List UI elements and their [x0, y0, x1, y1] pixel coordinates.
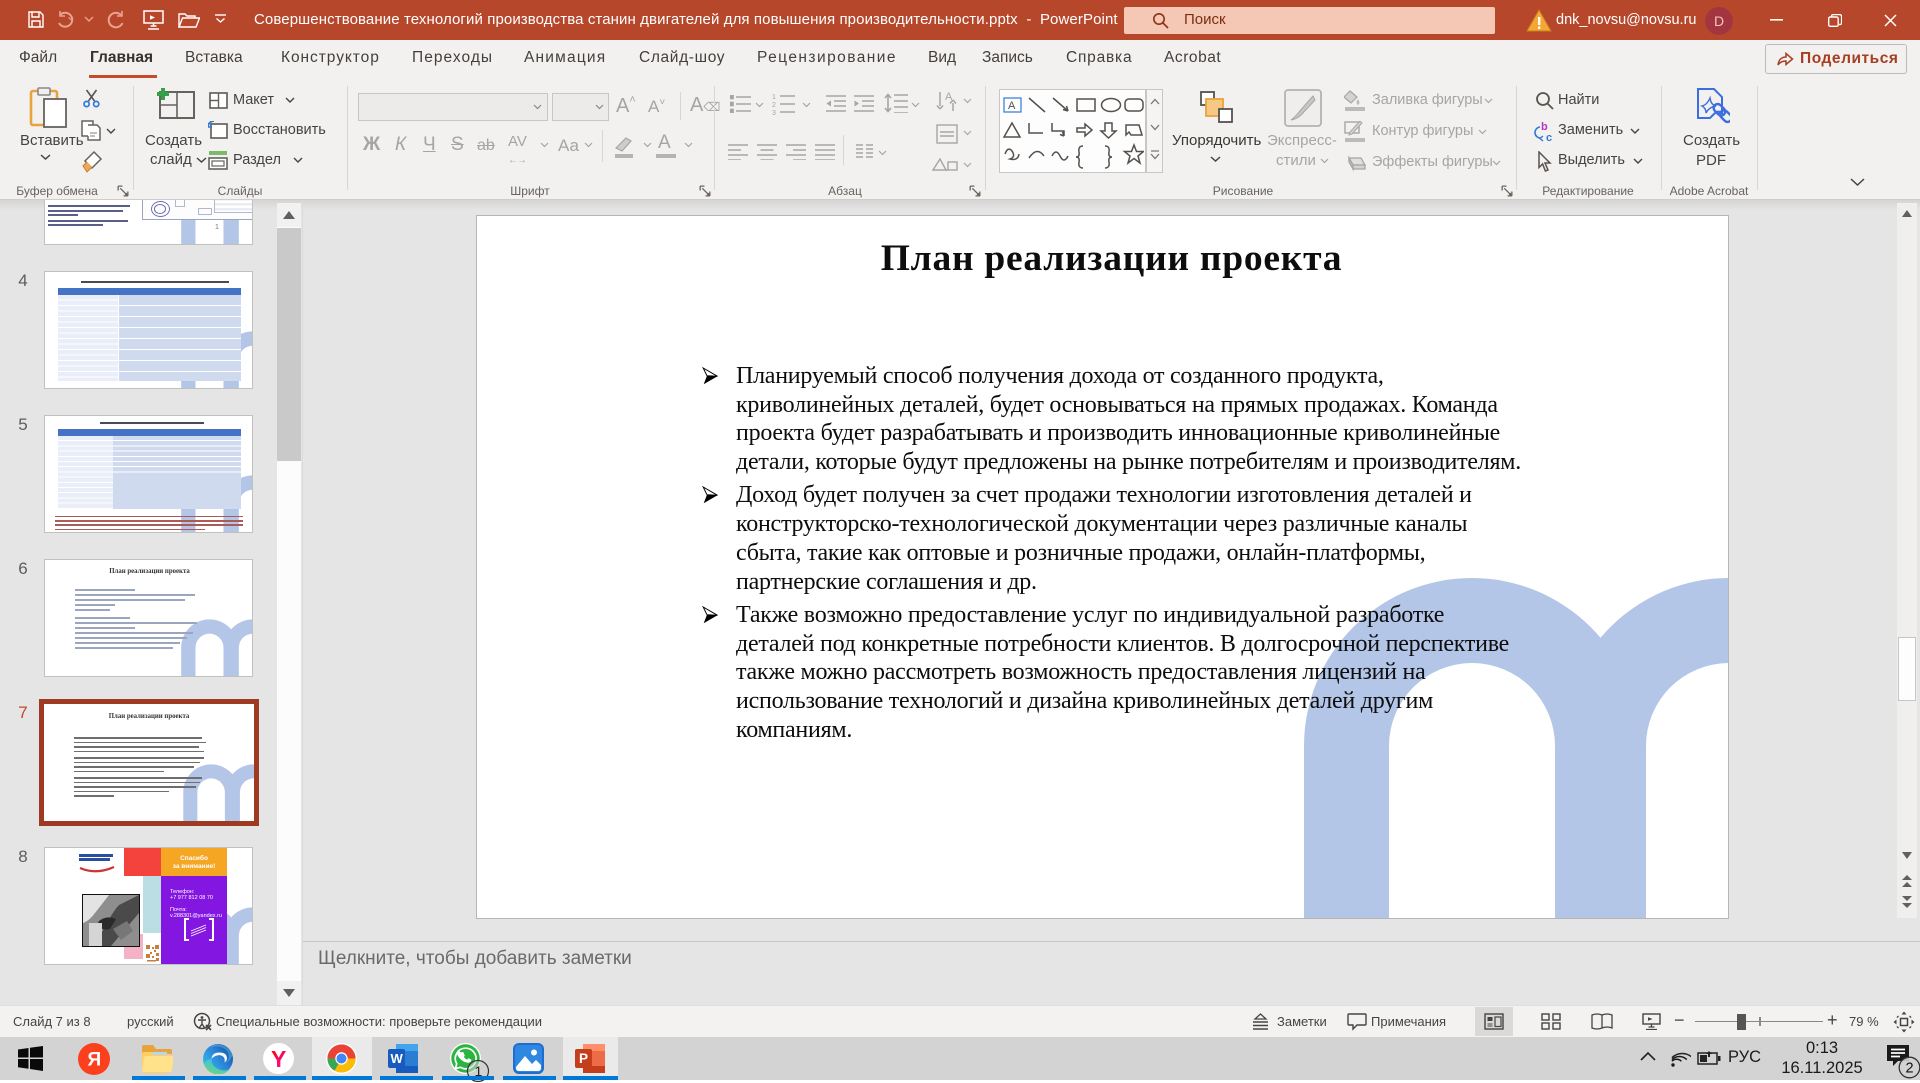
svg-text:3: 3: [772, 110, 776, 115]
svg-text:A: A: [1008, 100, 1016, 112]
svg-text:Я: Я: [88, 1050, 102, 1071]
svg-text:W: W: [391, 1051, 404, 1066]
svg-text:2: 2: [772, 102, 776, 109]
svg-text:Y: Y: [271, 1046, 286, 1072]
svg-text:c: c: [1546, 132, 1552, 142]
svg-text:P: P: [579, 1051, 588, 1066]
svg-text:2: 2: [1906, 1061, 1914, 1077]
svg-text:1: 1: [772, 94, 776, 101]
